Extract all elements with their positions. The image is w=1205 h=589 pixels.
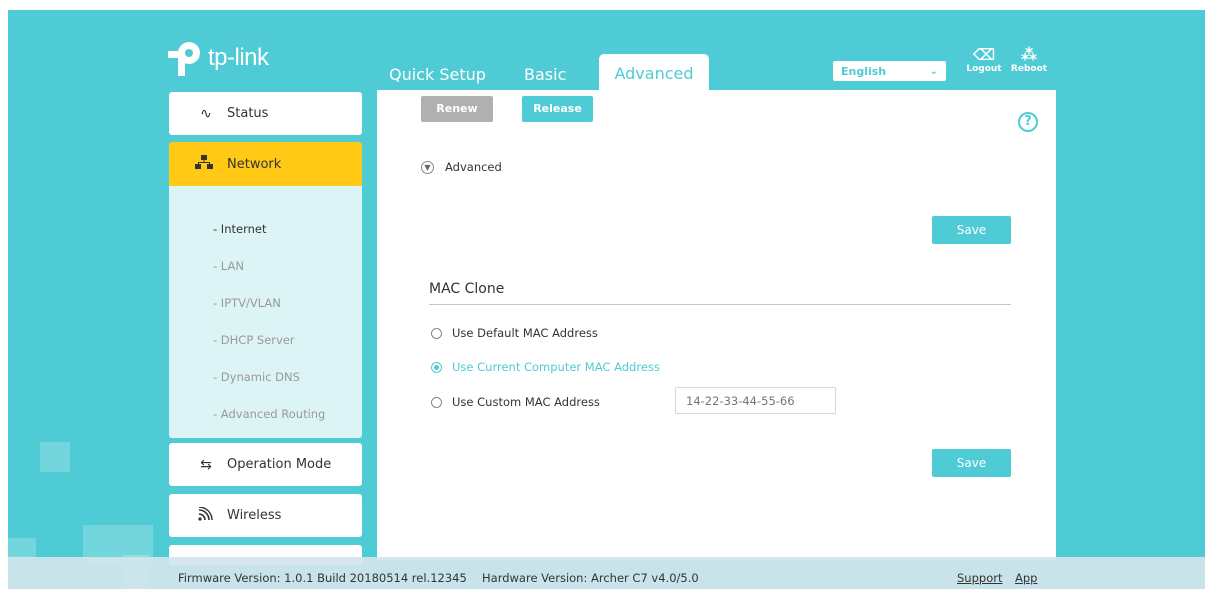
sidebar-item-label: Wireless [227, 508, 282, 523]
tab-quick-setup[interactable]: Quick Setup [389, 65, 486, 84]
section-divider [429, 304, 1011, 305]
save-button-top[interactable]: Save [932, 216, 1011, 244]
brand-logo: tp-link [168, 38, 269, 78]
tp-link-logo-icon [168, 42, 200, 76]
support-link[interactable]: Support [957, 571, 1002, 585]
logout-icon: ⌫ [972, 45, 996, 64]
language-select[interactable]: English ⌄ [833, 61, 946, 81]
radio-current-mac[interactable]: Use Current Computer MAC Address [431, 360, 660, 374]
save-button-bottom[interactable]: Save [932, 449, 1011, 477]
switch-mode-icon: ⇆ [200, 456, 212, 473]
submenu-advanced-routing[interactable]: - Advanced Routing [213, 407, 325, 421]
reboot-button[interactable]: ⁂ Reboot [1009, 45, 1049, 75]
radio-button[interactable] [431, 361, 442, 373]
bg-decoration [40, 442, 70, 472]
custom-mac-input[interactable] [675, 387, 836, 414]
brand-name: tp-link [208, 44, 269, 71]
network-icon-svg [195, 155, 213, 169]
submenu-dynamic-dns[interactable]: - Dynamic DNS [213, 370, 300, 384]
mac-clone-title: MAC Clone [429, 281, 505, 297]
footer: Firmware Version: 1.0.1 Build 20180514 r… [8, 557, 1205, 589]
wifi-icon [195, 505, 217, 525]
sidebar-item-label: Operation Mode [227, 457, 332, 472]
app-link[interactable]: App [1015, 571, 1037, 585]
radio-button[interactable] [431, 327, 442, 339]
tab-basic[interactable]: Basic [524, 65, 566, 84]
bg-decoration [8, 538, 36, 558]
logout-label: Logout [966, 64, 1002, 74]
submenu-internet[interactable]: - Internet [213, 222, 266, 236]
sidebar-item-wireless[interactable]: Wireless [169, 494, 362, 537]
sidebar-item-operation-mode[interactable]: ⇆ Operation Mode [169, 443, 362, 486]
language-selected: English [841, 64, 887, 78]
network-submenu: - Internet - LAN - IPTV/VLAN - DHCP Serv… [169, 186, 362, 438]
firmware-version: Firmware Version: 1.0.1 Build 20180514 r… [178, 571, 467, 585]
app-frame: tp-link Quick Setup Basic Advanced Engli… [8, 10, 1205, 589]
main-panel: Renew Release ? ▼ Advanced Save MAC Clon… [377, 90, 1056, 560]
pulse-icon: ∿ [200, 105, 212, 122]
advanced-toggle-label: Advanced [445, 160, 502, 174]
radio-button[interactable] [431, 396, 442, 408]
radio-label: Use Default MAC Address [452, 326, 598, 340]
network-icon [195, 155, 217, 173]
release-button[interactable]: Release [522, 96, 593, 122]
submenu-lan[interactable]: - LAN [213, 259, 244, 273]
radio-custom-mac[interactable]: Use Custom MAC Address [431, 395, 600, 409]
reboot-label: Reboot [1010, 64, 1048, 74]
logout-button[interactable]: ⌫ Logout [964, 45, 1004, 75]
sidebar-item-label: Status [227, 106, 269, 121]
renew-button[interactable]: Renew [421, 96, 493, 122]
help-icon[interactable]: ? [1018, 112, 1038, 132]
sidebar-item-status[interactable]: ∿ Status [169, 92, 362, 135]
radio-default-mac[interactable]: Use Default MAC Address [431, 326, 598, 340]
chevron-down-icon: ⌄ [929, 65, 938, 77]
sidebar-item-network[interactable]: Network [169, 142, 362, 186]
tab-advanced[interactable]: Advanced [599, 54, 709, 94]
reboot-icon: ⁂ [1020, 45, 1038, 64]
submenu-iptv-vlan[interactable]: - IPTV/VLAN [213, 296, 281, 310]
advanced-toggle[interactable]: ▼ Advanced [421, 160, 502, 174]
sidebar-item-label: Network [227, 156, 282, 172]
hardware-version: Hardware Version: Archer C7 v4.0/5.0 [482, 571, 699, 585]
chevron-down-circle-icon: ▼ [421, 160, 434, 174]
submenu-dhcp-server[interactable]: - DHCP Server [213, 333, 295, 347]
wifi-icon-svg [198, 505, 213, 521]
radio-label: Use Current Computer MAC Address [452, 360, 660, 374]
radio-label: Use Custom MAC Address [452, 395, 600, 409]
